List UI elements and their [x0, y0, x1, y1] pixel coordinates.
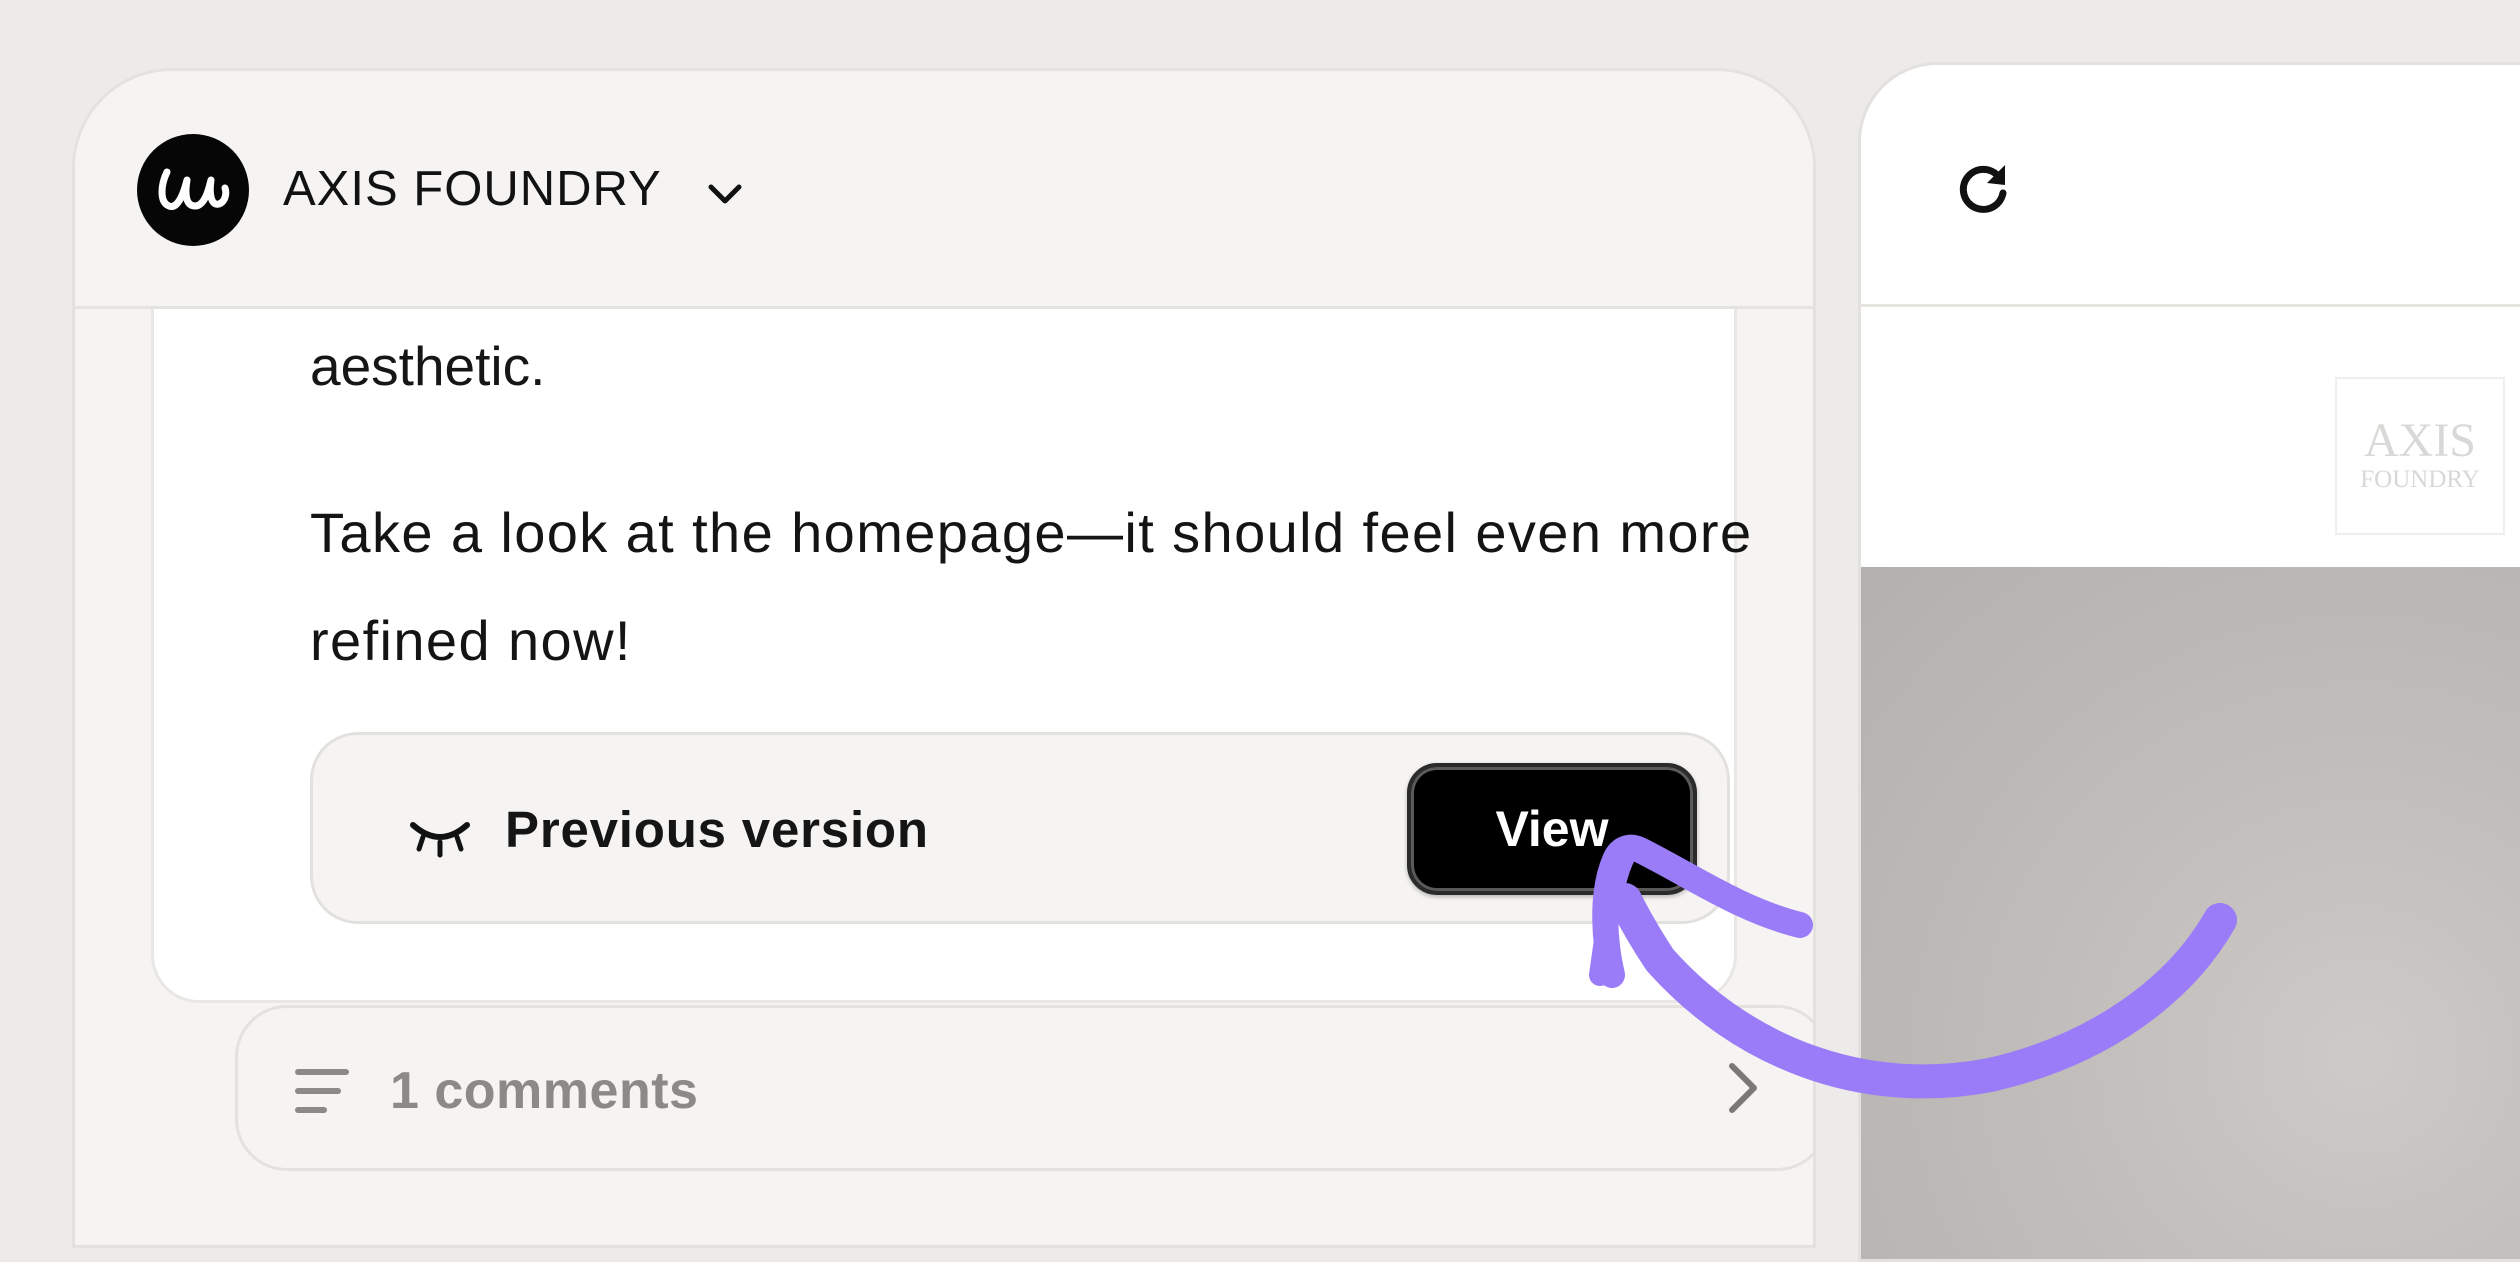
assistant-message-card: aesthetic. Take a look at the homepage—i…: [151, 221, 1751, 1003]
preview-toolbar: [1861, 65, 2520, 307]
site-logo[interactable]: AXIS FOUNDRY: [2335, 377, 2505, 535]
lines-icon: [295, 1069, 349, 1113]
previous-version-label: Previous version: [505, 801, 929, 858]
site-logo-line1: AXIS: [2363, 414, 2476, 467]
site-logo-line2: FOUNDRY: [2360, 466, 2480, 493]
message-text: Take a look at the homepage—it should fe…: [310, 501, 1753, 672]
chat-panel: aesthetic. Take a look at the homepage—i…: [72, 68, 1816, 1248]
comments-bar[interactable]: 1 comments: [235, 1005, 1813, 1171]
comments-count-label: 1 comments: [390, 1062, 699, 1120]
script-w-logo-icon: [158, 168, 230, 210]
closed-eye-icon: [410, 822, 470, 858]
previous-version-card: Previous version View: [310, 732, 1730, 924]
view-button[interactable]: View: [1407, 763, 1697, 895]
hero-image: [1861, 567, 2520, 1259]
refresh-icon[interactable]: [1953, 159, 2013, 219]
workspace-name[interactable]: AXIS FOUNDRY: [283, 159, 662, 219]
site-preview-panel: AXIS FOUNDRY: [1858, 62, 2520, 1262]
chevron-right-icon: [1729, 1063, 1757, 1113]
workspace-header: AXIS FOUNDRY: [75, 71, 1813, 309]
workspace-logo[interactable]: [137, 134, 249, 246]
message-text-cut-off: aesthetic.: [310, 335, 546, 397]
chevron-down-icon[interactable]: [703, 171, 747, 215]
site-header: AXIS FOUNDRY: [1861, 307, 2520, 567]
